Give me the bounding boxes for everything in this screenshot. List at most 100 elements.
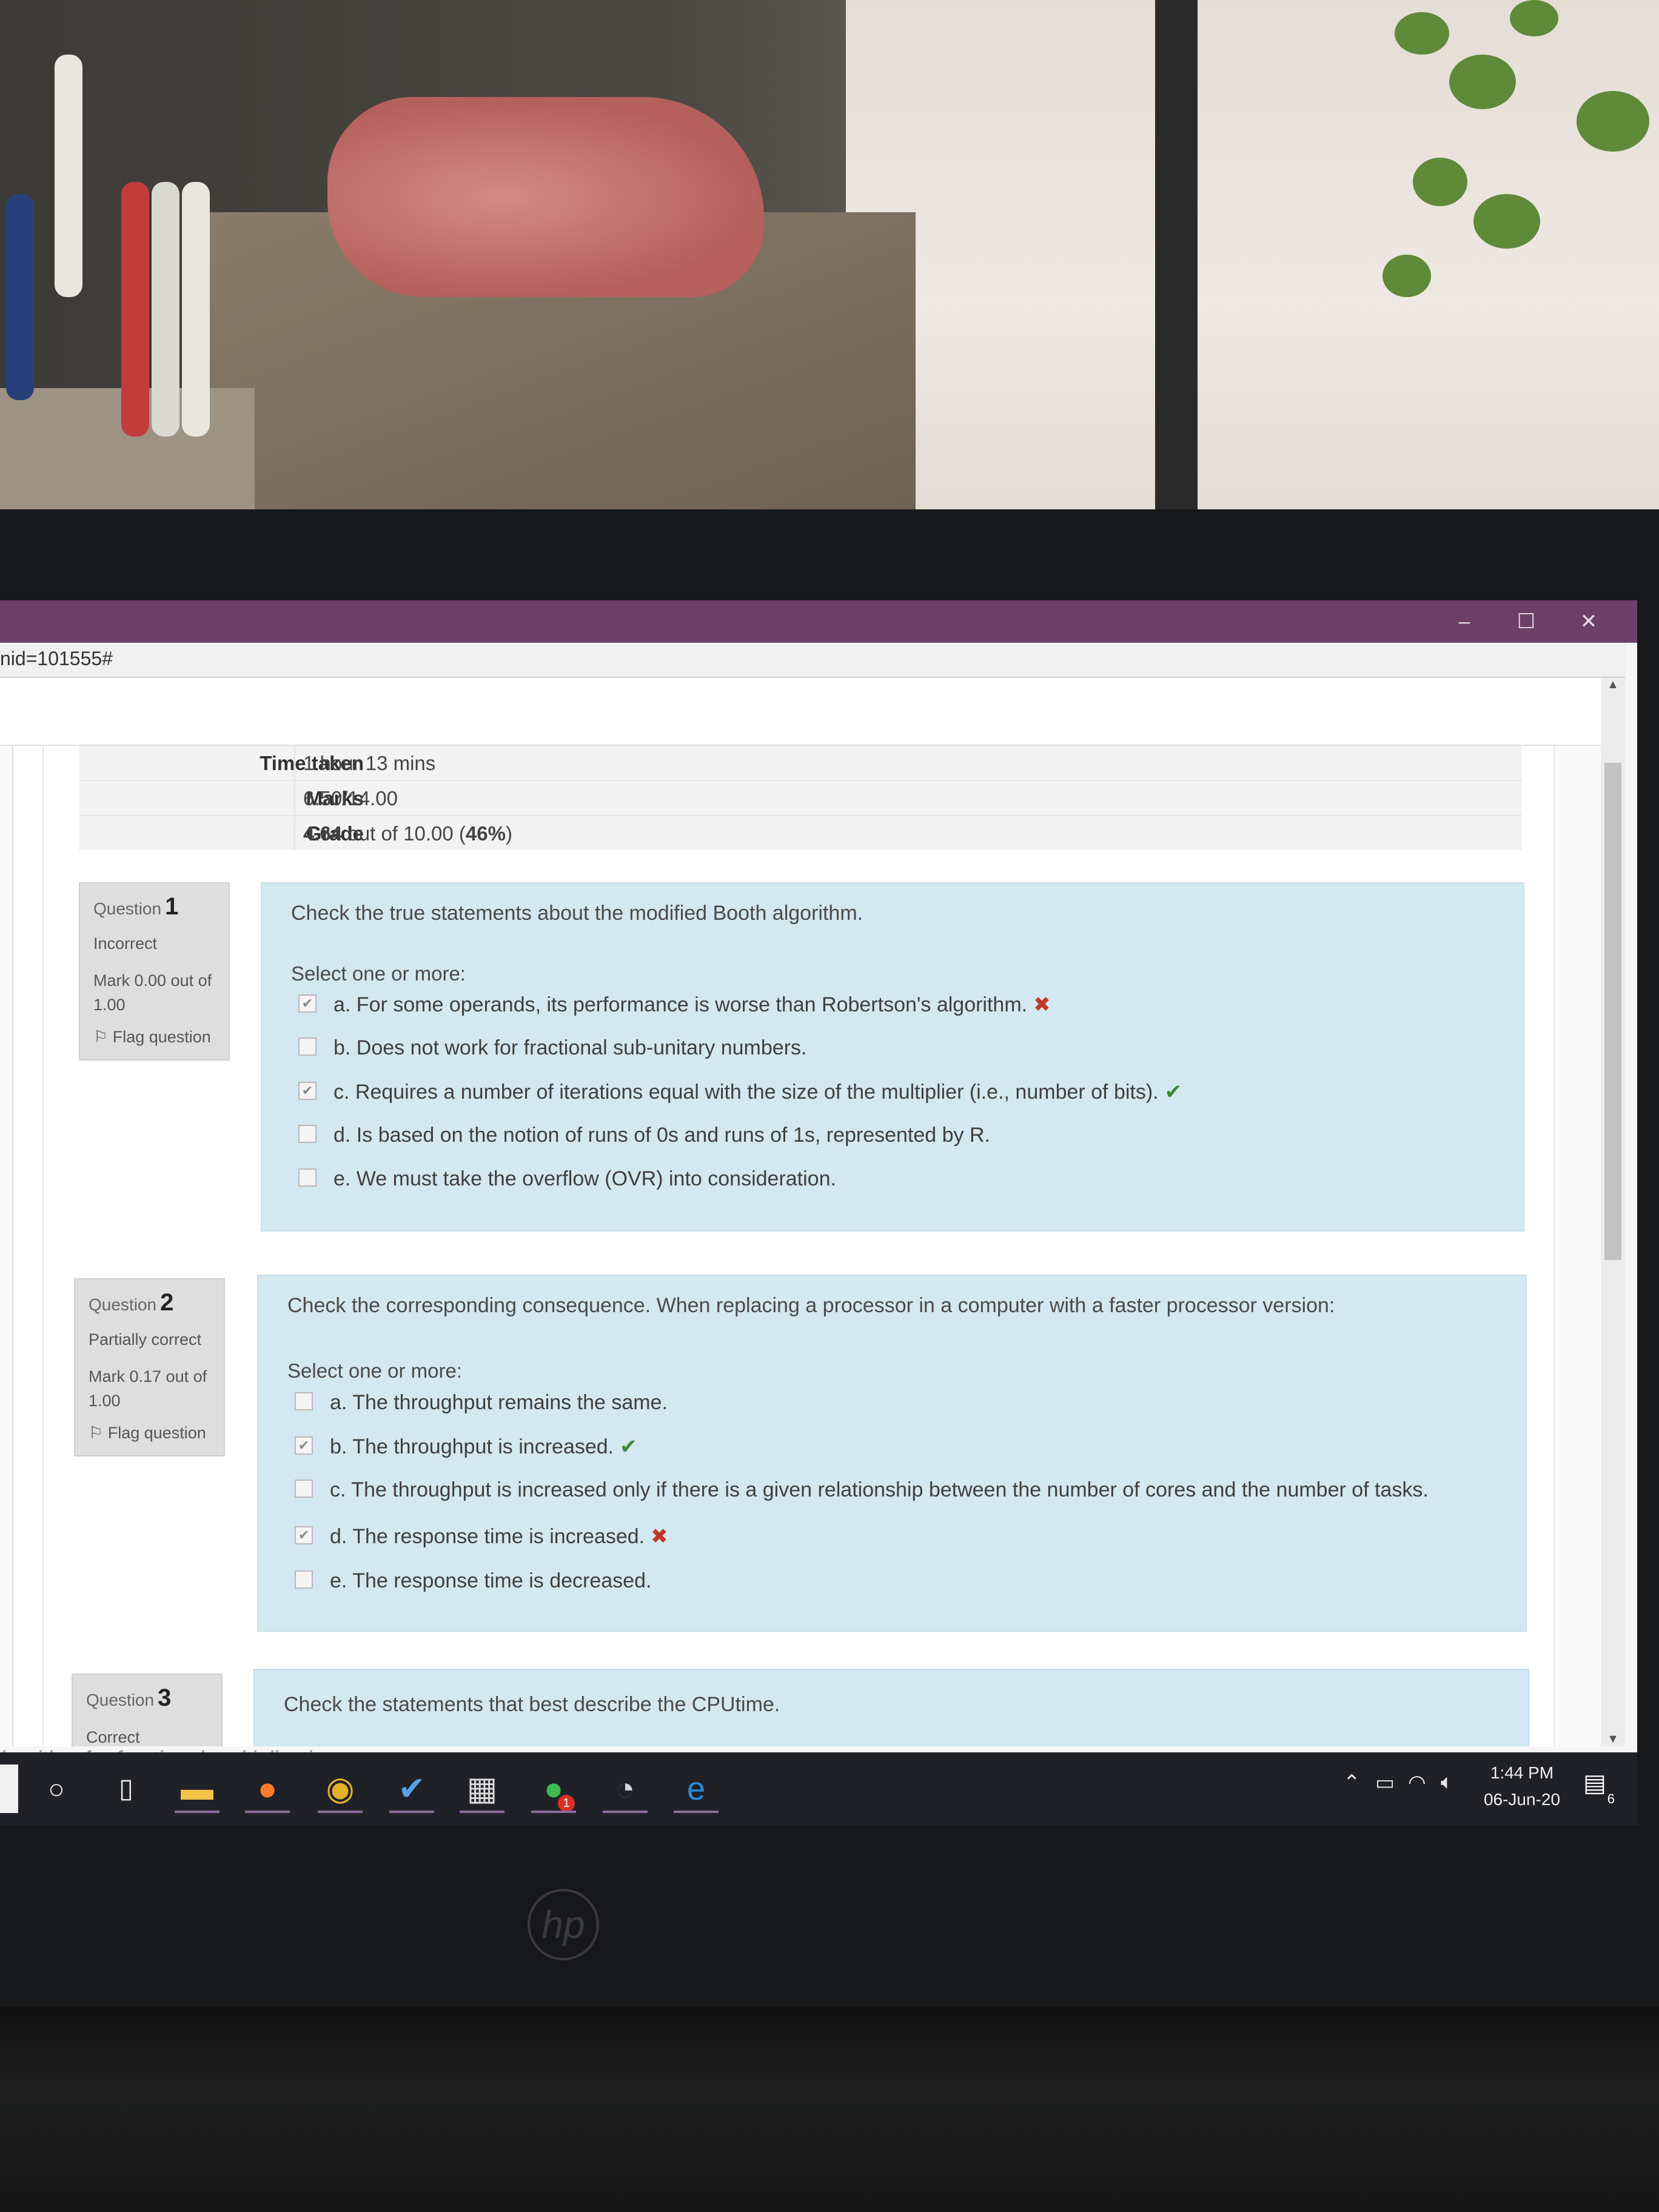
screen: – ☐ ✕ nid=101555# Time taken 1 hour 13 m… [0, 600, 1637, 1825]
notification-badge: 1 [558, 1795, 575, 1812]
incorrect-icon: ✖ [651, 1525, 668, 1548]
pen [55, 55, 82, 297]
pen [121, 182, 149, 437]
show-hidden-icons-icon[interactable]: ⌃ [1343, 1771, 1361, 1795]
minimize-button[interactable]: – [1434, 600, 1495, 643]
calculator-icon[interactable]: ▦ [456, 1765, 508, 1813]
select-hint: Select one or more: [287, 1359, 462, 1382]
checkbox[interactable] [295, 1480, 313, 1498]
answer-option[interactable]: a. The throughput remains the same. [295, 1391, 668, 1427]
close-button[interactable]: ✕ [1558, 600, 1619, 643]
grade-percent: 46% [465, 822, 506, 845]
notification-count: 6 [1607, 1791, 1615, 1806]
background-photo [0, 0, 1659, 509]
checkbox[interactable] [298, 1168, 317, 1187]
steam-icon[interactable]: ✔ [386, 1765, 438, 1813]
question-mark: Mark 0.00 out of 1.00 [93, 971, 212, 1014]
clock[interactable]: 1:44 PM 06-Jun-20 [1480, 1760, 1564, 1813]
wifi-icon[interactable]: ◠ [1408, 1771, 1426, 1795]
whatsapp-icon[interactable]: ● 1 [528, 1765, 580, 1813]
question-info-3: Question 3 Correct [72, 1674, 223, 1746]
checkbox[interactable]: ✔ [295, 1526, 313, 1545]
question-state: Correct [86, 1728, 140, 1746]
answer-option[interactable]: d. Is based on the notion of runs of 0s … [298, 1124, 990, 1160]
firefox-icon[interactable]: ● [241, 1765, 293, 1813]
leaf [1510, 0, 1558, 36]
checkbox[interactable] [295, 1392, 313, 1411]
url-text: nid=101555# [0, 648, 113, 669]
scrollbar-thumb[interactable] [1604, 763, 1621, 1260]
keyboard-edge [0, 2007, 1659, 2212]
marks-value: 6.50/14.00 [303, 787, 398, 809]
question-text: Check the corresponding consequence. Whe… [287, 1294, 1335, 1317]
question-info-1: Question 1 Incorrect Mark 0.00 out of 1.0… [79, 882, 230, 1061]
grade-out-of: out of 10.00 [347, 822, 454, 845]
question-number: Question 1 [93, 893, 179, 920]
attempt-summary-table: Time taken 1 hour 13 mins Marks 6.50/14.… [79, 746, 1522, 850]
battery-icon[interactable]: ▭ [1375, 1771, 1395, 1795]
scroll-down-icon[interactable]: ▼ [1606, 1732, 1620, 1746]
checkbox[interactable] [298, 1037, 317, 1056]
leaf [1449, 55, 1516, 109]
answer-option[interactable]: e. The response time is decreased. [295, 1569, 651, 1606]
quiz-review-page: Time taken 1 hour 13 mins Marks 6.50/14.… [0, 746, 1601, 1746]
checkbox[interactable] [295, 1570, 313, 1589]
maximize-button[interactable]: ☐ [1496, 600, 1557, 643]
answer-option[interactable]: ✔ b. The throughput is increased. ✔ [295, 1435, 637, 1471]
file-explorer-icon[interactable]: ▬ [171, 1765, 223, 1813]
cd-player-icon[interactable]: ◔ [599, 1765, 651, 1813]
checkbox[interactable] [298, 1125, 317, 1144]
question-content-3: Check the statements that best describe … [253, 1669, 1529, 1746]
edge-icon[interactable]: e [670, 1765, 722, 1813]
question-number: Question 3 [86, 1684, 172, 1711]
incorrect-icon: ✖ [1033, 993, 1051, 1016]
answer-option[interactable]: c. The throughput is increased only if t… [295, 1478, 1429, 1515]
answer-option[interactable]: e. We must take the overflow (OVR) into … [298, 1167, 836, 1204]
question-mark: Mark 0.17 out of 1.00 [89, 1367, 207, 1410]
select-hint: Select one or more: [291, 962, 466, 985]
leaf [1395, 12, 1449, 55]
time-taken-value: 1 hour 13 mins [303, 752, 436, 774]
question-text: Check the true statements about the modi… [291, 902, 863, 925]
checkbox[interactable]: ✔ [295, 1436, 313, 1455]
action-center-icon[interactable]: ▤ 6 [1580, 1769, 1615, 1806]
leaf [1473, 194, 1540, 249]
leaf [1413, 158, 1467, 206]
grade-value: 4.64 out of 10.00 (46%) [303, 822, 512, 845]
summary-row-marks: Marks 6.50/14.00 [79, 781, 1522, 816]
task-view-icon[interactable]: ▯ [100, 1765, 152, 1813]
windows-taskbar: ○ ▯ ▬ ● ◉ ✔ ▦ ● 1 ◔ e ⌃ ▭ ◠ 🔈︎ 1:44 PM 06… [0, 1752, 1637, 1825]
flag-question-link[interactable]: ⚐ Flag question [89, 1424, 206, 1443]
address-bar[interactable]: nid=101555# [0, 643, 1625, 678]
summary-row-grade: Grade 4.64 out of 10.00 (46%) [79, 816, 1522, 850]
answer-option[interactable]: ✔ c. Requires a number of iterations equa… [298, 1080, 1182, 1116]
scroll-up-icon[interactable]: ▲ [1606, 678, 1620, 692]
question-state: Partially correct [89, 1330, 202, 1349]
pen [6, 194, 34, 400]
leaf [1382, 255, 1431, 297]
hp-logo: hp [528, 1889, 599, 1960]
question-state: Incorrect [93, 934, 158, 953]
correct-icon: ✔ [620, 1435, 637, 1458]
checkbox[interactable]: ✔ [298, 994, 317, 1013]
correct-icon: ✔ [1164, 1081, 1182, 1104]
flag-icon: ⚐ [89, 1424, 108, 1442]
flag-question-link[interactable]: ⚐ Flag question [93, 1028, 211, 1047]
volume-icon[interactable]: 🔈︎ [1441, 1771, 1453, 1794]
window-frame [1155, 0, 1198, 509]
answer-option[interactable]: ✔ d. The response time is increased. ✖ [295, 1524, 668, 1561]
pen [182, 182, 210, 437]
page-scrollbar[interactable]: ▲ ▼ [1601, 678, 1625, 1746]
question-number: Question 2 [89, 1289, 174, 1316]
start-button[interactable] [0, 1765, 18, 1813]
page-header-strip [0, 678, 1613, 746]
checkbox[interactable]: ✔ [298, 1082, 317, 1101]
summary-row-time: Time taken 1 hour 13 mins [79, 746, 1522, 781]
clock-date: 06-Jun-20 [1483, 1790, 1561, 1809]
cortana-icon[interactable]: ○ [30, 1765, 82, 1813]
answer-option[interactable]: b. Does not work for fractional sub-unit… [298, 1036, 806, 1073]
browser-titlebar: – ☐ ✕ [0, 600, 1637, 643]
chrome-icon[interactable]: ◉ [314, 1765, 366, 1813]
answer-option[interactable]: ✔ a. For some operands, its performance i… [298, 993, 1051, 1029]
leaf [1577, 91, 1649, 152]
